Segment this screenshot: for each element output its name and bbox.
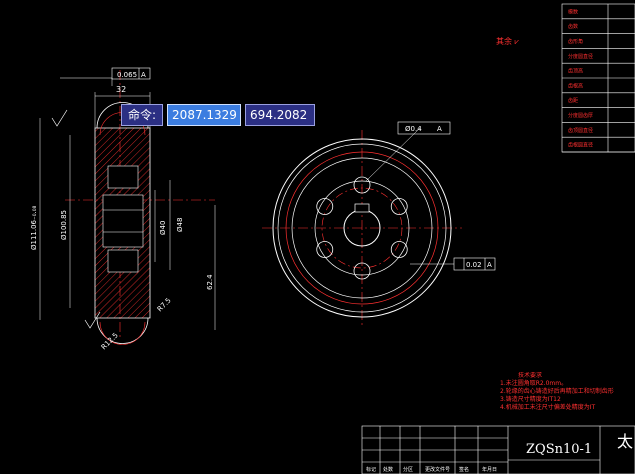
table-row-label: 齿顶圆直径	[568, 127, 593, 134]
table-row-label: 齿根圆直径	[568, 142, 593, 149]
title-block-label: 标记	[366, 466, 376, 473]
dim-root-diameter: Ø100.85	[60, 210, 68, 240]
bolt-hole	[390, 198, 408, 215]
bolt-hole	[316, 198, 334, 215]
coordinate-y-input[interactable]: 694.2082	[245, 104, 316, 126]
coordinate-x-input[interactable]: 2087.1329	[167, 104, 242, 126]
title-block-label: 分区	[403, 466, 413, 473]
flatness-value: 0.065	[117, 71, 137, 79]
runout-value: Ø0.4	[405, 125, 422, 133]
front-view	[262, 127, 462, 325]
dim-radius: R7.5	[156, 296, 173, 313]
roughness-icon	[51, 109, 68, 127]
material-label: ZQSn10-1	[526, 442, 593, 457]
technical-requirements: 技术要求 1.未注圆角取R2.0mm。 2.轮缘的齿心铸造好后再精加工和切制齿形…	[500, 372, 635, 412]
table-row-label: 齿顶高	[568, 68, 583, 75]
tech-line: 1.未注圆角取R2.0mm。	[500, 380, 568, 387]
drawing-name: 太	[617, 432, 634, 451]
tech-heading: 技术要求	[518, 372, 543, 379]
dim-bore: Ø40	[159, 221, 167, 235]
dim-62: 62.4	[206, 274, 214, 290]
title-block-label: 签名	[459, 466, 469, 473]
table-row-label: 齿形角	[568, 38, 583, 45]
command-prompt[interactable]: 命令: 2087.1329 694.2082	[121, 104, 316, 126]
bolt-hole	[316, 241, 334, 258]
dim-width: 32	[116, 85, 126, 94]
tech-line: 2.轮缘的齿心铸造好后再精加工和切制齿形	[500, 388, 614, 395]
flatness-ref: A	[141, 71, 146, 79]
circularity-ref: A	[487, 261, 492, 269]
table-row-label: 模数	[568, 8, 578, 15]
title-block-label: 更改文件号	[425, 466, 450, 473]
table-row-label: 分度圆齿厚	[568, 112, 593, 119]
table-row-label: 齿数	[568, 23, 578, 30]
tech-line: 4.机械加工未注尺寸偏差处精度为IT	[500, 404, 596, 411]
dim-outer-diameter: Ø111.06₋₀.₀₈	[30, 205, 38, 250]
table-row-label: 齿距	[568, 98, 578, 104]
table-row-label: 齿根高	[568, 82, 583, 89]
tech-line: 3.铸造尺寸精度为IT12	[500, 396, 561, 403]
title-block-label: 年月日	[482, 466, 497, 473]
dim-hub: Ø48	[176, 218, 184, 232]
runout-ref: A	[437, 125, 442, 133]
roughness-note: 其余 ⩗	[496, 37, 520, 46]
table-row-label: 分度圆直径	[568, 53, 593, 60]
title-block-label: 处数	[383, 466, 393, 473]
gear-parameter-labels: 模数齿数齿形角分度圆直径齿顶高齿根高齿距分度圆齿厚齿顶圆直径齿根圆直径	[568, 8, 593, 148]
bolt-hole	[390, 241, 408, 258]
circularity-value: 0.02	[466, 261, 482, 269]
command-label: 命令:	[121, 104, 164, 126]
